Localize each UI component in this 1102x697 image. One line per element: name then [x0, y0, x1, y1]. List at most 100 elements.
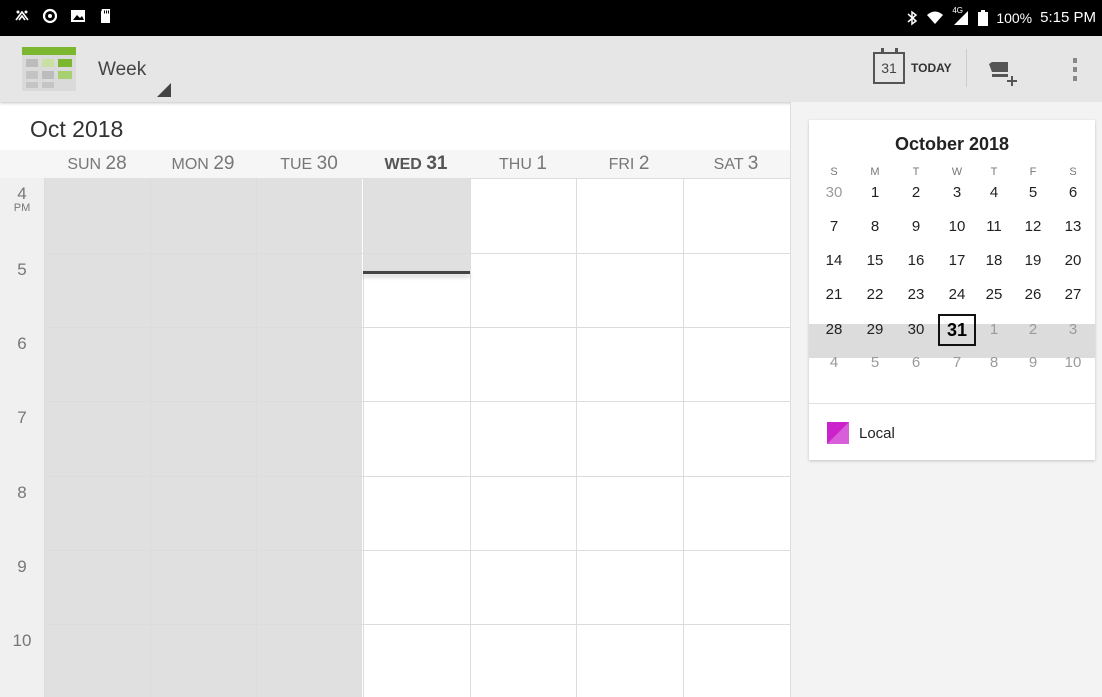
day-column-sat[interactable]: [683, 178, 789, 697]
mini-calendar-day[interactable]: 20: [1053, 244, 1093, 278]
mini-calendar-day[interactable]: 3: [1053, 313, 1093, 347]
mini-calendar-day[interactable]: 25: [974, 278, 1014, 312]
mini-calendar-day[interactable]: 1: [855, 176, 895, 210]
day-header-thu[interactable]: THU 1: [470, 150, 576, 178]
mini-calendar-day[interactable]: 24: [937, 278, 977, 312]
mini-calendar-day[interactable]: 15: [855, 244, 895, 278]
day-column-tue[interactable]: [256, 178, 362, 697]
hour-suffix: PM: [13, 202, 31, 214]
signal-type-label: 4G: [952, 5, 963, 15]
mini-calendar-day[interactable]: 14: [814, 244, 854, 278]
day-header-fri[interactable]: FRI 2: [576, 150, 682, 178]
battery-percent: 100%: [996, 9, 1033, 26]
mini-calendar-day[interactable]: 30: [896, 313, 936, 347]
month-title: Oct 2018: [30, 116, 124, 142]
mini-calendar-title: October 2018: [894, 134, 1010, 154]
day-dow: FRI: [608, 156, 635, 173]
hour-divider: [44, 327, 790, 328]
mini-calendar-day[interactable]: 2: [1013, 313, 1053, 347]
mini-calendar-day[interactable]: 9: [1013, 346, 1053, 380]
local-calendar-label[interactable]: Local: [859, 425, 895, 442]
mini-calendar-day[interactable]: 18: [974, 244, 1014, 278]
system-status: 4G 100% 5:15 PM: [906, 6, 1096, 26]
mini-calendar-day[interactable]: 6: [1053, 176, 1093, 210]
day-num: 29: [213, 153, 235, 174]
mini-calendar-divider: [809, 403, 1095, 404]
day-header-mon[interactable]: MON 29: [150, 150, 256, 178]
hour-divider: [44, 401, 790, 402]
mini-calendar-day[interactable]: 16: [896, 244, 936, 278]
day-header-sat[interactable]: SAT 3: [683, 150, 789, 178]
overflow-menu-icon[interactable]: [1068, 56, 1082, 84]
mini-calendar-day[interactable]: 17: [937, 244, 977, 278]
day-num: 1: [536, 153, 547, 174]
mini-calendar-day[interactable]: 21: [814, 278, 854, 312]
today-label: TODAY: [911, 61, 952, 75]
mini-calendar-day[interactable]: 19: [1013, 244, 1053, 278]
mini-calendar-day[interactable]: 30: [814, 176, 854, 210]
action-bar: Week 31 TODAY: [0, 36, 1102, 102]
mini-calendar-day[interactable]: 8: [855, 210, 895, 244]
mini-calendar-day[interactable]: 10: [937, 210, 977, 244]
hour-divider: [44, 476, 790, 477]
mini-calendar-day[interactable]: 2: [896, 176, 936, 210]
hour-number: 4: [17, 184, 27, 203]
mini-calendar-day[interactable]: 8: [974, 346, 1014, 380]
mini-calendar-day[interactable]: 11: [974, 210, 1014, 244]
mini-calendar-day[interactable]: 27: [1053, 278, 1093, 312]
day-header-wed-today[interactable]: WED 31: [363, 150, 469, 178]
day-column-fri[interactable]: [576, 178, 682, 697]
calendar-day-icon: 31: [873, 48, 905, 84]
hour-divider: [44, 550, 790, 551]
mini-calendar-day[interactable]: 26: [1013, 278, 1053, 312]
sync-icon: [42, 8, 58, 24]
mini-calendar-day[interactable]: 23: [896, 278, 936, 312]
cell-signal-icon: 4G: [952, 6, 970, 26]
battery-icon: [978, 9, 989, 26]
day-dow: TUE: [280, 156, 313, 173]
mini-calendar-day[interactable]: 29: [855, 313, 895, 347]
mini-calendar-day[interactable]: 12: [1013, 210, 1053, 244]
dropdown-caret-icon[interactable]: [157, 83, 171, 97]
day-header-sun[interactable]: SUN 28: [44, 150, 150, 178]
mini-calendar-day[interactable]: 3: [937, 176, 977, 210]
new-event-icon[interactable]: [988, 58, 1020, 86]
local-calendar-color-swatch[interactable]: [827, 422, 849, 444]
mini-calendar-day[interactable]: 5: [1013, 176, 1053, 210]
day-num: 31: [426, 153, 448, 174]
day-column-wed[interactable]: [363, 178, 470, 697]
mini-calendar-day[interactable]: 6: [896, 346, 936, 380]
day-header-tue[interactable]: TUE 30: [256, 150, 362, 178]
day-column-mon[interactable]: [150, 178, 256, 697]
mini-calendar-day[interactable]: 7: [814, 210, 854, 244]
today-button[interactable]: 31 TODAY: [873, 48, 952, 87]
day-dow: WED: [384, 156, 422, 173]
view-selector-label[interactable]: Week: [98, 59, 146, 81]
day-num: 30: [316, 153, 338, 174]
mini-calendar-day[interactable]: 13: [1053, 210, 1093, 244]
wifi-icon: [927, 11, 944, 24]
status-bar: 4G 100% 5:15 PM: [0, 0, 1102, 36]
image-icon: [71, 10, 85, 22]
hour-divider: [44, 253, 790, 254]
mini-calendar-today[interactable]: 31: [938, 314, 976, 346]
day-dow: THU: [499, 156, 532, 173]
bluetooth-icon: [907, 10, 918, 25]
mini-calendar-day[interactable]: 7: [937, 346, 977, 380]
mini-calendar-day[interactable]: 4: [814, 346, 854, 380]
sd-card-icon: [101, 9, 110, 23]
mini-calendar-day[interactable]: 28: [814, 313, 854, 347]
hour-label-7: 7: [17, 408, 27, 427]
mini-calendar-day[interactable]: 4: [974, 176, 1014, 210]
side-panel: October 2018 SMTWTFS 30 1 2 3 4 5 6 7 8 9 10 11 12 13…: [790, 102, 1102, 697]
mini-calendar-day[interactable]: 9: [896, 210, 936, 244]
current-time-indicator: [363, 271, 470, 274]
mini-calendar-day[interactable]: 1: [974, 313, 1014, 347]
mini-calendar-day[interactable]: 5: [855, 346, 895, 380]
mini-calendar-day[interactable]: 10: [1053, 346, 1093, 380]
day-num: 3: [747, 153, 759, 174]
mini-calendar-day[interactable]: 22: [855, 278, 895, 312]
day-column-sun[interactable]: [44, 178, 150, 697]
calendar-app-icon[interactable]: [22, 47, 76, 91]
day-column-thu[interactable]: [470, 178, 576, 697]
